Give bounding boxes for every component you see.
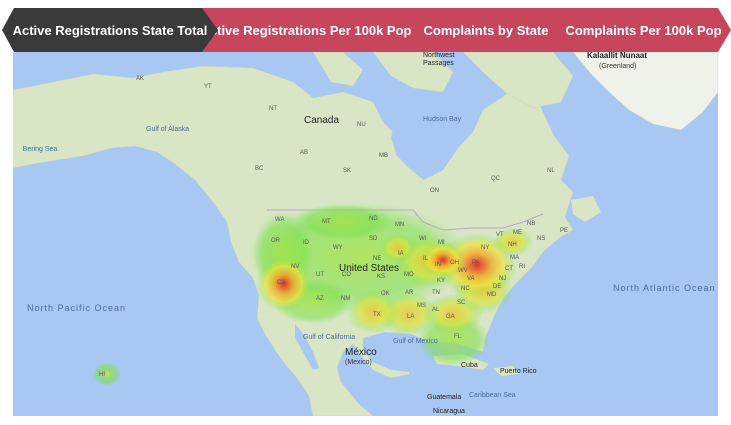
label-co: CO [342, 272, 351, 278]
label-gulf-of-mexico: Gulf of Mexico [393, 338, 438, 345]
label-ct: CT [505, 266, 513, 272]
label-ks: KS [377, 274, 386, 280]
label-de: DE [493, 284, 502, 290]
label-ky: KY [437, 278, 446, 284]
label-bc: BC [255, 166, 264, 172]
label-ok: OK [381, 291, 390, 297]
tab-registrations-state-total[interactable]: Active Registrations State Total [2, 8, 218, 52]
label-md: MD [487, 292, 497, 298]
label-va: VA [467, 276, 475, 282]
label-wy: WY [333, 245, 343, 251]
label-nv: NV [291, 264, 300, 270]
label-yt: YT [204, 84, 212, 90]
label-mb: MB [379, 153, 388, 159]
label-ca: CA [277, 280, 286, 286]
label-nm: NM [341, 296, 351, 302]
label-nt: NT [269, 106, 277, 112]
label-nh: NH [508, 242, 517, 248]
label-tx: TX [373, 312, 381, 318]
label-il: IL [423, 256, 429, 262]
tab-complaints-by-state[interactable]: Complaints by State [416, 8, 556, 52]
land-newfoundland [571, 196, 601, 222]
label-sc: SC [457, 300, 466, 306]
label-greenland: Kalaallit Nunaat [587, 52, 648, 60]
label-la: LA [407, 314, 415, 320]
tab-registrations-per-100k[interactable]: Active Registrations Per 100k Pop [196, 8, 416, 52]
label-mexico-sub: (Mexico) [345, 359, 372, 366]
label-hudson-bay: Hudson Bay [423, 116, 462, 123]
label-greenland-sub: (Greenland) [599, 63, 637, 70]
label-or: OR [271, 238, 280, 244]
label-mt: MT [322, 219, 331, 225]
label-me: ME [513, 230, 522, 236]
label-north-pacific: North Pacific Ocean [27, 303, 127, 313]
label-ab: AB [300, 150, 309, 156]
tab-bar: Complaints Per 100k Pop Complaints by St… [0, 8, 731, 52]
label-ut: UT [316, 272, 324, 278]
label-ms: MS [417, 303, 426, 309]
label-cuba: Cuba [461, 362, 478, 369]
label-on: ON [430, 188, 439, 194]
label-vt: VT [496, 232, 504, 238]
label-ga: GA [446, 314, 455, 320]
label-pe: PE [560, 228, 569, 234]
label-mn: MN [395, 222, 405, 228]
label-fl: FL [454, 334, 462, 340]
label-qc: QC [491, 176, 500, 182]
label-nc: NC [461, 286, 470, 292]
label-nj: NJ [499, 276, 507, 282]
label-ak: AK [136, 76, 145, 82]
label-caribbean-sea: Caribbean Sea [469, 392, 516, 399]
label-ri: RI [519, 264, 525, 270]
label-sd: SD [369, 236, 378, 242]
label-puerto-rico: Puerto Rico [500, 368, 537, 375]
label-gulf-of-california: Gulf of California [303, 334, 356, 341]
label-al: AL [432, 307, 440, 313]
label-sk: SK [343, 168, 352, 174]
label-az: AZ [316, 296, 324, 302]
label-wa: WA [275, 217, 285, 223]
label-pa: PA [472, 260, 480, 266]
label-mo: MO [404, 272, 414, 278]
label-hi: HI [99, 372, 105, 378]
label-mexico: México [345, 347, 377, 358]
tab-complaints-per-100k[interactable]: Complaints Per 100k Pop [556, 8, 731, 52]
label-wv: WV [458, 268, 468, 274]
label-in: IN [435, 262, 441, 268]
label-north-atlantic: North Atlantic Ocean [613, 283, 716, 293]
label-nu: NU [357, 122, 366, 128]
label-mi: MI [438, 240, 445, 246]
label-gulf-of-alaska: Gulf of Alaska [146, 126, 190, 133]
label-northwest: Northwest [423, 52, 455, 59]
label-ns: NS [537, 236, 546, 242]
label-ma: MA [510, 255, 519, 261]
label-ia: IA [398, 251, 404, 257]
label-canada: Canada [304, 115, 340, 126]
label-nd: ND [369, 216, 378, 222]
label-nicaragua: Nicaragua [433, 408, 465, 415]
label-bering-sea: Bering Sea [22, 146, 58, 153]
heatmap-map[interactable]: Canada United States México (Mexico) Cub… [13, 52, 718, 416]
label-nb: NB [527, 221, 536, 227]
label-ne: NE [373, 256, 382, 262]
label-ar: AR [405, 290, 414, 296]
label-nl: NL [547, 168, 555, 174]
label-oh: OH [450, 260, 459, 266]
land-greenland [572, 52, 718, 131]
label-ny: NY [481, 245, 490, 251]
label-id: ID [303, 240, 309, 246]
label-passages: Passages [423, 60, 454, 67]
label-tn: TN [432, 290, 440, 296]
label-guatemala: Guatemala [427, 394, 462, 401]
label-wi: WI [419, 236, 427, 242]
